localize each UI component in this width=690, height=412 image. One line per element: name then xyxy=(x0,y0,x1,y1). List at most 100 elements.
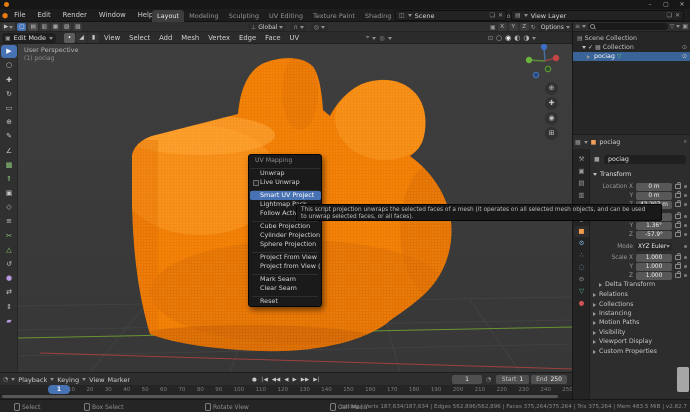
menu-item-reset[interactable]: Reset xyxy=(250,297,321,306)
menu-marker[interactable]: Marker xyxy=(108,376,130,384)
menu-add[interactable]: Add xyxy=(159,32,172,44)
shading-material-button[interactable]: ◐ xyxy=(514,32,520,44)
select-mode-invert-button[interactable]: ▧ xyxy=(62,23,71,31)
workspace-tab-texture-paint[interactable]: Texture Paint xyxy=(308,10,360,22)
close-button[interactable]: ✕ xyxy=(674,0,690,9)
extrude-tool[interactable]: ⇑ xyxy=(1,173,17,186)
menu-file[interactable]: File xyxy=(8,9,31,22)
select-mode-set-button[interactable]: ▤ xyxy=(28,23,37,31)
location-x-field[interactable]: 0 m xyxy=(636,183,672,191)
end-frame-field[interactable]: End250 xyxy=(531,375,567,384)
workspace-tab-sculpting[interactable]: Sculpting xyxy=(224,10,264,22)
lock-icon[interactable] xyxy=(675,264,681,270)
section-motion-paths[interactable]: Motion Paths xyxy=(593,319,639,326)
proportional-editing-dropdown[interactable]: ◎ xyxy=(311,23,328,31)
mirror-z-button[interactable]: Z xyxy=(520,23,529,31)
rotation-y-field[interactable]: 1.36° xyxy=(636,222,672,230)
tab-modifiers[interactable]: ⚙ xyxy=(574,238,589,249)
new-scene-icon[interactable]: ❏ xyxy=(490,12,495,19)
tab-object[interactable]: ■ xyxy=(574,226,589,237)
menu-edge[interactable]: Edge xyxy=(239,32,256,44)
animate-dot-icon[interactable] xyxy=(684,274,687,277)
tab-render[interactable]: ▣ xyxy=(574,166,589,177)
move-tool[interactable]: ✚ xyxy=(1,74,17,87)
remove-view-layer-icon[interactable]: ✕ xyxy=(675,12,680,19)
zoom-button[interactable]: ⊕ xyxy=(545,82,558,95)
tab-physics[interactable]: ◌ xyxy=(574,262,589,273)
rotation-z-field[interactable]: -57.9° xyxy=(636,231,672,239)
lock-icon[interactable] xyxy=(675,184,681,190)
object-name-field[interactable]: pociag xyxy=(604,155,686,164)
scene-selector[interactable]: ◫ Scene ❏ ✕ xyxy=(395,10,507,21)
record-button[interactable]: ● xyxy=(252,377,257,383)
current-frame-indicator[interactable]: 1 xyxy=(48,385,70,394)
gizmo-y-neg[interactable] xyxy=(545,66,551,72)
face-select-mode-button[interactable]: ▮ xyxy=(88,33,99,43)
menu-playback[interactable]: Playback xyxy=(18,376,47,384)
animate-dot-icon[interactable] xyxy=(684,233,687,236)
select-mode-extend-button[interactable]: ▥ xyxy=(40,23,49,31)
menu-mesh[interactable]: Mesh xyxy=(181,32,199,44)
animate-dot-icon[interactable] xyxy=(684,203,687,206)
section-delta-transform[interactable]: Delta Transform xyxy=(599,281,655,288)
minimize-button[interactable]: – xyxy=(642,0,658,9)
previous-keyframe-button[interactable]: ◀◀ xyxy=(272,377,280,383)
bevel-tool[interactable]: ◇ xyxy=(1,201,17,214)
play-reverse-button[interactable]: ◀ xyxy=(284,377,288,383)
select-box-tool[interactable]: ▶ xyxy=(1,45,17,58)
checkbox-icon[interactable] xyxy=(253,180,259,186)
timeline-editor-icon[interactable]: ◔ xyxy=(3,376,8,383)
section-relations[interactable]: Relations xyxy=(593,291,628,298)
lock-icon[interactable] xyxy=(675,214,681,220)
menu-item-live-unwrap[interactable]: Live Unwrap xyxy=(250,178,321,187)
animate-dot-icon[interactable] xyxy=(684,215,687,218)
maximize-button[interactable]: ▢ xyxy=(658,0,674,9)
scale-z-field[interactable]: 1.000 xyxy=(636,272,672,280)
rotation-mode-dropdown[interactable]: XYZ Euler xyxy=(636,243,672,251)
scale-tool[interactable]: ▭ xyxy=(1,102,17,115)
visibility-eye-icon[interactable]: ⊙ xyxy=(682,53,687,60)
scrollbar-thumb[interactable] xyxy=(2,395,558,398)
spin-tool[interactable]: ↺ xyxy=(1,258,17,271)
shrink-fatten-tool[interactable]: ⇕ xyxy=(1,301,17,314)
jump-to-start-button[interactable]: ∣◀ xyxy=(261,377,268,383)
animate-dot-icon[interactable] xyxy=(684,256,687,259)
transform-tool[interactable]: ⊕ xyxy=(1,116,17,129)
outliner-search-input[interactable] xyxy=(588,23,668,30)
lock-icon[interactable] xyxy=(675,223,681,229)
menu-item-smart-uv-project[interactable]: Smart UV Project xyxy=(250,191,321,200)
menu-view[interactable]: View xyxy=(104,32,120,44)
gizmo-z-axis[interactable] xyxy=(541,44,547,50)
tab-particles[interactable]: ∴ xyxy=(574,250,589,261)
tab-constraints[interactable]: ⊖ xyxy=(574,274,589,285)
mirror-x-button[interactable]: X xyxy=(498,23,507,31)
menu-face[interactable]: Face xyxy=(265,32,280,44)
xray-toggle-icon[interactable]: ⊡ xyxy=(488,35,493,42)
menu-render[interactable]: Render xyxy=(57,9,93,22)
menu-item-mark-seam[interactable]: Mark Seam xyxy=(250,275,321,284)
mode-dropdown[interactable]: ▣ Edit Mode xyxy=(2,33,56,43)
annotate-tool[interactable]: ✎ xyxy=(1,130,17,143)
shading-solid-button[interactable]: ◉ xyxy=(505,32,511,44)
animate-dot-icon[interactable] xyxy=(684,265,687,268)
options-dropdown[interactable]: Options xyxy=(538,23,573,31)
tweak-tool[interactable]: ○ xyxy=(1,59,17,72)
shading-rendered-button[interactable]: ◑ xyxy=(523,32,529,44)
animate-dot-icon[interactable] xyxy=(684,245,687,248)
expand-icon[interactable] xyxy=(582,46,586,49)
tab-material[interactable]: ● xyxy=(574,298,589,309)
inset-faces-tool[interactable]: ▣ xyxy=(1,187,17,200)
scale-x-field[interactable]: 1.000 xyxy=(636,254,672,262)
orthographic-toggle-button[interactable]: ⊞ xyxy=(545,127,558,140)
outliner-row-collection[interactable]: ✓ ▦ Collection ⊙ xyxy=(573,43,690,52)
workspace-tab-shading[interactable]: Shading xyxy=(360,10,396,22)
mirror-y-button[interactable]: Y xyxy=(509,23,518,31)
gizmo-x-axis[interactable] xyxy=(553,55,559,61)
add-cube-tool[interactable]: ▩ xyxy=(1,159,17,172)
location-y-field[interactable]: 0 m xyxy=(636,192,672,200)
timeline-ruler[interactable]: 10 20 30 40 50 60 70 80 90 100 110 120 1… xyxy=(0,385,573,394)
current-frame-field[interactable]: 1 xyxy=(452,375,482,384)
play-button[interactable]: ▶ xyxy=(293,377,297,383)
lock-icon[interactable] xyxy=(675,193,681,199)
section-instancing[interactable]: Instancing xyxy=(593,310,632,317)
